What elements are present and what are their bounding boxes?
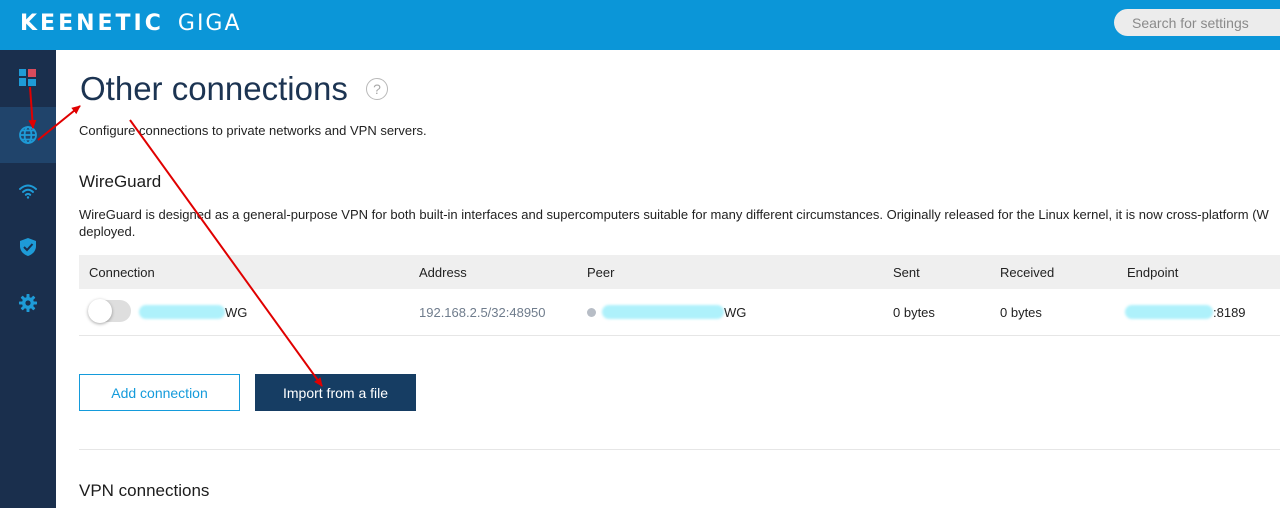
table-header: Connection Address Peer Sent Received En… bbox=[79, 255, 1280, 289]
search-input[interactable] bbox=[1114, 9, 1280, 36]
table-row[interactable]: WG 192.168.2.5/32:48950 WG 0 bytes 0 byt… bbox=[79, 289, 1280, 336]
column-received: Received bbox=[1000, 264, 1055, 280]
keenetic-logo[interactable]: KEENETIC GIGA bbox=[20, 11, 242, 36]
help-icon[interactable]: ? bbox=[366, 78, 388, 100]
endpoint-suffix: :8189 bbox=[1213, 304, 1246, 320]
sidebar-item-dashboard[interactable] bbox=[0, 50, 56, 106]
wifi-icon bbox=[19, 184, 37, 199]
redacted-mark bbox=[139, 305, 225, 319]
column-endpoint: Endpoint bbox=[1127, 264, 1179, 280]
gear-icon bbox=[19, 294, 37, 312]
globe-icon bbox=[19, 126, 37, 144]
brand-name: KEENETIC bbox=[20, 11, 164, 36]
sidebar-item-security[interactable] bbox=[0, 219, 56, 275]
address-value: 192.168.2.5/32:48950 bbox=[419, 304, 546, 320]
wireguard-description: WireGuard is designed as a general-purpo… bbox=[79, 207, 1269, 239]
received-value: 0 bytes bbox=[1000, 304, 1042, 320]
wireguard-table: Connection Address Peer Sent Received En… bbox=[79, 255, 1280, 336]
sent-value: 0 bytes bbox=[893, 304, 935, 320]
sidebar-item-wifi[interactable] bbox=[0, 163, 56, 219]
peer-suffix: WG bbox=[724, 304, 747, 320]
add-connection-button[interactable]: Add connection bbox=[79, 374, 240, 411]
peer-value: WG bbox=[587, 289, 746, 335]
column-peer: Peer bbox=[587, 264, 615, 280]
sidebar bbox=[0, 50, 56, 508]
top-bar: KEENETIC GIGA bbox=[0, 0, 1280, 50]
column-connection: Connection bbox=[89, 264, 155, 280]
toggle-knob bbox=[88, 299, 112, 323]
section-divider bbox=[79, 449, 1280, 450]
sidebar-item-settings[interactable] bbox=[0, 275, 56, 331]
column-sent: Sent bbox=[893, 264, 920, 280]
page-title: Other connections bbox=[80, 70, 348, 107]
connection-suffix: WG bbox=[225, 304, 248, 320]
sidebar-item-internet[interactable] bbox=[0, 107, 56, 163]
wireguard-title: WireGuard bbox=[79, 172, 162, 191]
page-description: Configure connections to private network… bbox=[79, 123, 427, 138]
dashboard-icon bbox=[19, 69, 36, 86]
vpn-connections-title: VPN connections bbox=[79, 481, 210, 500]
endpoint-value: :8189 bbox=[1125, 289, 1246, 335]
import-from-file-button[interactable]: Import from a file bbox=[255, 374, 416, 411]
model-name: GIGA bbox=[177, 11, 242, 36]
connection-toggle[interactable] bbox=[88, 299, 131, 323]
redacted-mark bbox=[1125, 305, 1213, 319]
connection-name[interactable]: WG bbox=[139, 289, 247, 335]
peer-status-dot bbox=[587, 307, 596, 317]
redacted-mark bbox=[602, 305, 724, 319]
main-content: Other connections ? Configure connection… bbox=[56, 50, 1280, 508]
column-address: Address bbox=[419, 264, 467, 280]
shield-icon bbox=[20, 238, 36, 256]
